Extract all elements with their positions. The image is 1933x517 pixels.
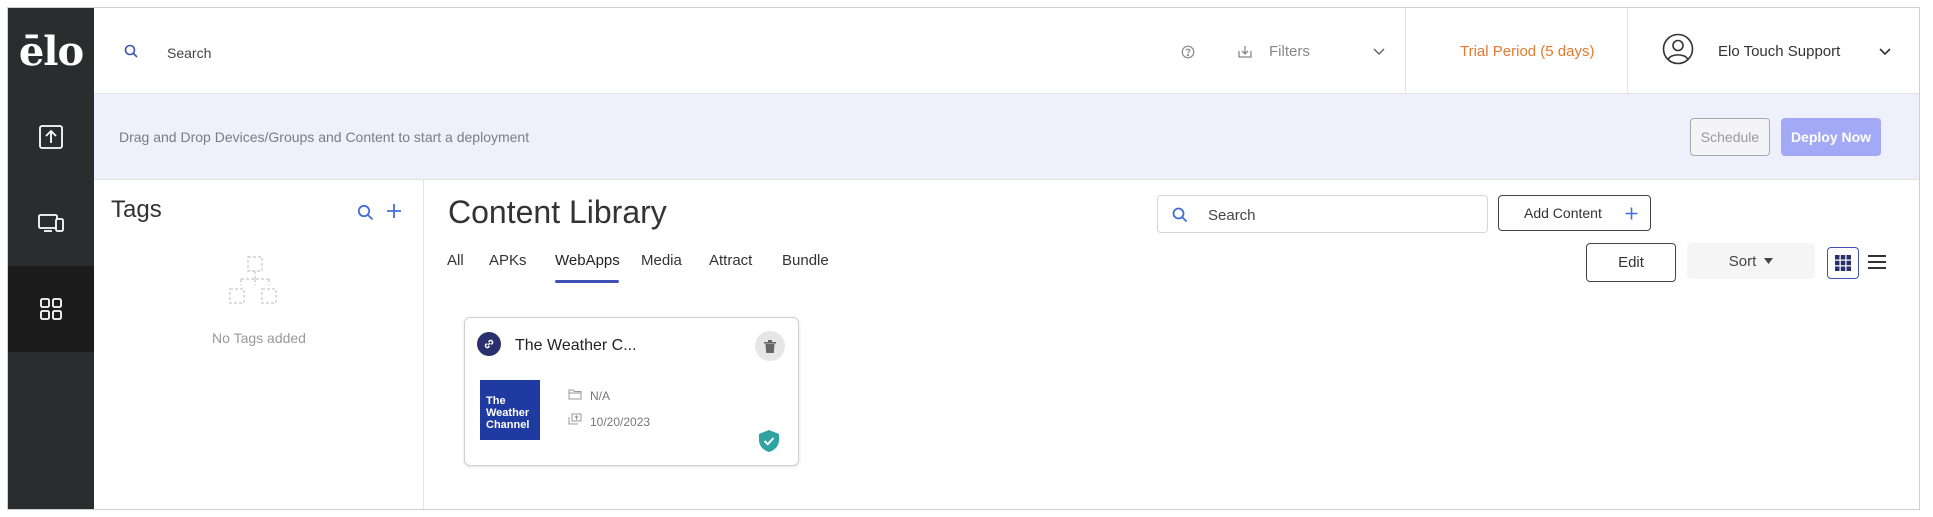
download-filter-icon bbox=[1238, 46, 1252, 58]
content-card[interactable]: The Weather C... The Weather Channel N/A… bbox=[464, 317, 799, 466]
card-folder: N/A bbox=[590, 389, 611, 403]
deploy-now-button[interactable]: Deploy Now bbox=[1781, 118, 1881, 156]
tab-bundle[interactable]: Bundle bbox=[782, 252, 829, 269]
add-tag-icon[interactable] bbox=[385, 202, 403, 220]
tab-webapps[interactable]: WebApps bbox=[555, 252, 620, 269]
page-title: Content Library bbox=[448, 194, 667, 230]
card-upload-date: 10/20/2023 bbox=[590, 415, 651, 429]
upload-icon bbox=[39, 125, 63, 149]
search-icon[interactable] bbox=[357, 204, 374, 221]
chevron-down-icon[interactable] bbox=[1372, 45, 1386, 57]
empty-tags-message: No Tags added bbox=[212, 330, 306, 346]
search-icon bbox=[124, 44, 138, 58]
folder-icon bbox=[568, 389, 582, 400]
tab-media[interactable]: Media bbox=[641, 252, 682, 269]
filters-dropdown[interactable]: Filters bbox=[1269, 43, 1310, 60]
tags-title: Tags bbox=[111, 196, 162, 223]
user-avatar-icon[interactable] bbox=[1662, 33, 1694, 65]
devices-icon bbox=[38, 214, 64, 232]
grid-view-icon bbox=[1835, 255, 1851, 271]
deployment-hint: Drag and Drop Devices/Groups and Content… bbox=[119, 129, 530, 145]
library-search-input[interactable]: Search bbox=[1157, 195, 1488, 233]
grid-view-button[interactable] bbox=[1827, 247, 1859, 279]
plus-icon bbox=[1625, 207, 1638, 220]
add-content-button[interactable]: Add Content bbox=[1498, 195, 1651, 231]
user-name[interactable]: Elo Touch Support bbox=[1718, 43, 1840, 60]
divider bbox=[1627, 8, 1628, 94]
sort-label: Sort bbox=[1728, 252, 1757, 270]
delete-button[interactable] bbox=[755, 331, 785, 361]
tag-hierarchy-icon bbox=[229, 256, 277, 304]
sidebar-item-content[interactable] bbox=[8, 266, 94, 352]
elo-logo: ēlo bbox=[18, 27, 84, 75]
sidebar-item-devices[interactable] bbox=[8, 180, 94, 266]
search-icon bbox=[1172, 207, 1188, 223]
list-view-button[interactable] bbox=[1866, 251, 1888, 273]
tab-all[interactable]: All bbox=[447, 252, 464, 269]
trial-period-link[interactable]: Trial Period (5 days) bbox=[1460, 43, 1595, 60]
deployment-drop-zone[interactable]: Drag and Drop Devices/Groups and Content… bbox=[94, 94, 1919, 180]
content-library: Content Library Search Add Content All A… bbox=[425, 180, 1919, 509]
tags-panel: Tags No Tags added bbox=[94, 180, 424, 509]
card-title: The Weather C... bbox=[515, 337, 637, 354]
grid-apps-icon bbox=[40, 298, 62, 320]
sidebar: ēlo bbox=[8, 8, 94, 509]
tab-attract[interactable]: Attract bbox=[709, 252, 752, 269]
library-search-placeholder: Search bbox=[1208, 207, 1256, 224]
upload-date-icon bbox=[568, 413, 582, 425]
global-search-input[interactable]: Search bbox=[167, 45, 211, 61]
thumbnail-line: Weather bbox=[486, 407, 530, 419]
active-tab-indicator bbox=[555, 280, 619, 283]
edit-button[interactable]: Edit bbox=[1586, 243, 1676, 282]
link-icon bbox=[477, 332, 501, 356]
sort-dropdown[interactable]: Sort bbox=[1687, 243, 1815, 279]
chevron-down-icon[interactable] bbox=[1878, 45, 1892, 57]
tab-apks[interactable]: APKs bbox=[489, 252, 527, 269]
trash-icon bbox=[764, 339, 776, 353]
add-content-label: Add Content bbox=[1524, 205, 1602, 221]
thumbnail-line: The bbox=[486, 395, 506, 407]
weather-channel-thumbnail: The Weather Channel bbox=[480, 380, 540, 440]
top-bar: Search Filters Trial Period (5 days) Elo… bbox=[94, 8, 1919, 94]
divider bbox=[1405, 8, 1406, 94]
schedule-button[interactable]: Schedule bbox=[1690, 118, 1770, 156]
app-window: ēlo Search Filters Trial Period (5 days)… bbox=[7, 7, 1920, 510]
sidebar-item-deploy[interactable] bbox=[8, 94, 94, 180]
caret-down-icon bbox=[1764, 258, 1774, 264]
thumbnail-line: Channel bbox=[486, 419, 530, 431]
help-icon[interactable] bbox=[1181, 45, 1195, 59]
list-view-icon bbox=[1868, 255, 1886, 269]
verified-shield-icon bbox=[759, 430, 779, 452]
